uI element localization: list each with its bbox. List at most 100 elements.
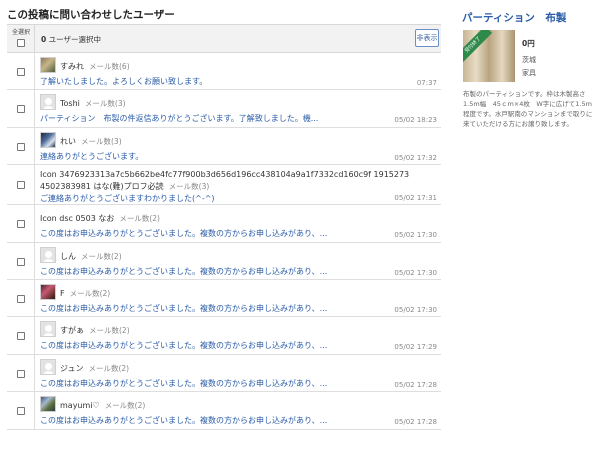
user-name[interactable]: すみれ (60, 62, 84, 71)
message-time: 05/02 18:23 (394, 116, 437, 125)
user-row[interactable]: すみれ メール数(6) 了解いたしました。よろしくお願い致します。 07:37 (7, 53, 441, 91)
row-checkbox-column (7, 53, 35, 90)
user-name[interactable]: Toshi (60, 99, 80, 108)
row-checkbox-column (7, 317, 35, 354)
row-content: Icon 3476923313a7c5b662be4fc77f900b3d656… (40, 165, 441, 204)
row-checkbox-column (7, 242, 35, 279)
user-row[interactable]: F メール数(2) この度はお申込みありがとうございました。複数の方からお申し込みが… (7, 279, 441, 318)
user-rows: すみれ メール数(6) 了解いたしました。よろしくお願い致します。 07:37 Tosh… (7, 53, 441, 430)
user-name-line: Toshi メール数(3) (60, 98, 126, 109)
inquiry-user-list: 全選択 0 ユーザー選択中 非表示 すみれ メール数(6) 了解いたしました。よろし… (7, 24, 441, 430)
select-all-column: 全選択 (7, 25, 35, 53)
user-row[interactable]: ジュン メール数(2) この度はお申込みありがとうございました。複数の方からお申し込… (7, 354, 441, 393)
user-name[interactable]: れい (60, 137, 76, 146)
user-row[interactable]: mayumi♡ メール数(2) この度はお申込みありがとうございました。複数の方から… (7, 392, 441, 430)
user-name-line: しん メール数(2) (60, 251, 122, 262)
avatar[interactable] (40, 131, 56, 148)
row-content: ジュン メール数(2) この度はお申込みありがとうございました。複数の方からお申し込… (40, 355, 441, 391)
row-checkbox[interactable] (17, 142, 25, 151)
avatar[interactable] (40, 358, 56, 375)
row-checkbox[interactable] (17, 369, 25, 378)
user-name-line: Icon 3476923313a7c5b662be4fc77f900b3d656… (40, 169, 440, 193)
user-name[interactable]: Icon dsc 0503 なお (40, 214, 114, 223)
user-name-line: ジュン メール数(2) (60, 363, 129, 374)
user-row[interactable]: れい メール数(3) 連絡ありがとうございます。 05/02 17:32 (7, 127, 441, 166)
last-message-link[interactable]: この度はお申込みありがとうございました。複数の方からお申し込みがあり、... (40, 415, 327, 426)
row-checkbox[interactable] (17, 294, 25, 303)
user-name-line: F メール数(2) (60, 288, 110, 299)
user-row[interactable]: Toshi メール数(3) パーティション 布製の件返信ありがとうございます。了解致… (7, 90, 441, 128)
user-name[interactable]: すがぁ (60, 326, 84, 335)
message-time: 05/02 17:28 (394, 418, 437, 427)
user-name-line: すがぁ メール数(2) (60, 325, 130, 336)
user-name[interactable]: F (60, 289, 65, 298)
selected-count-suffix: ユーザー選択中 (46, 35, 101, 44)
item-prefecture: 茨城 (522, 56, 536, 64)
item-thumbnail[interactable]: 受付終了 (463, 30, 515, 82)
row-checkbox[interactable] (17, 68, 25, 76)
last-message-link[interactable]: 了解いたしました。よろしくお願い致します。 (40, 76, 207, 87)
avatar[interactable] (40, 94, 56, 111)
last-message-link[interactable]: この度はお申込みありがとうございました。複数の方からお申し込みがあり、... (40, 378, 327, 389)
user-row[interactable]: Icon dsc 0503 なお メール数(2) この度はお申込みありがとうございま… (7, 205, 441, 243)
mail-count: メール数(3) (81, 136, 122, 146)
avatar[interactable] (40, 283, 56, 300)
message-time: 05/02 17:30 (394, 268, 437, 277)
select-all-label: 全選択 (11, 29, 30, 36)
avatar[interactable] (40, 246, 56, 263)
item-title[interactable]: パーティション 布製 (462, 10, 594, 25)
row-checkbox-column (7, 127, 35, 165)
row-checkbox-column (7, 90, 35, 127)
closed-badge: 受付終了 (463, 30, 493, 65)
message-time: 05/02 17:30 (394, 305, 437, 314)
avatar[interactable] (40, 396, 56, 413)
row-checkbox[interactable] (17, 105, 25, 114)
select-all-checkbox[interactable] (17, 39, 25, 47)
message-time: 05/02 17:31 (394, 194, 437, 203)
row-checkbox[interactable] (17, 407, 25, 416)
message-time: 05/02 17:29 (394, 343, 437, 352)
row-content: れい メール数(3) 連絡ありがとうございます。 05/02 17:32 (40, 128, 441, 164)
user-row[interactable]: しん メール数(2) この度はお申込みありがとうございました。複数の方からお申し込み… (7, 242, 441, 280)
mail-count: メール数(2) (104, 401, 146, 411)
row-content: mayumi♡ メール数(2) この度はお申込みありがとうございました。複数の方から… (40, 392, 441, 428)
selected-count-text: 0 ユーザー選択中 (41, 34, 101, 45)
user-name-line: れい メール数(3) (60, 136, 122, 147)
list-header: 全選択 0 ユーザー選択中 非表示 (7, 25, 441, 53)
user-name[interactable]: mayumi♡ (60, 401, 100, 410)
page-title: この投稿に問い合わせしたユーザー (7, 9, 175, 21)
user-name-line: すみれ メール数(6) (60, 61, 130, 72)
mail-count: メール数(3) (168, 182, 210, 192)
user-name[interactable]: Icon 3476923313a7c5b662be4fc77f900b3d656… (40, 170, 409, 191)
last-message-link[interactable]: 連絡ありがとうございます。 (40, 151, 143, 162)
row-content: F メール数(2) この度はお申込みありがとうございました。複数の方からお申し込みが… (40, 280, 441, 316)
row-checkbox-column (7, 279, 35, 317)
user-row[interactable]: Icon 3476923313a7c5b662be4fc77f900b3d656… (7, 165, 441, 206)
mail-count: メール数(2) (69, 288, 111, 298)
mail-count: メール数(2) (81, 251, 122, 261)
row-checkbox-column (7, 165, 35, 205)
last-message-link[interactable]: この度はお申込みありがとうございました。複数の方からお申し込みがあり、... (40, 303, 327, 314)
row-content: しん メール数(2) この度はお申込みありがとうございました。複数の方からお申し込み… (40, 243, 441, 279)
row-content: Toshi メール数(3) パーティション 布製の件返信ありがとうございます。了解致… (40, 90, 441, 126)
user-row[interactable]: すがぁ メール数(2) この度はお申込みありがとうございました。複数の方からお申し込… (7, 317, 441, 355)
user-name-line: Icon dsc 0503 なお メール数(2) (40, 213, 160, 224)
user-name[interactable]: しん (60, 252, 76, 261)
user-name[interactable]: ジュン (60, 364, 83, 373)
row-checkbox[interactable] (17, 257, 25, 266)
last-message-link[interactable]: ご連絡ありがとうございますわかりました(^-^) (40, 193, 215, 204)
last-message-link[interactable]: パーティション 布製の件返信ありがとうございます。了解致しました。機... (40, 113, 318, 124)
row-checkbox[interactable] (17, 181, 25, 190)
row-checkbox[interactable] (17, 332, 25, 341)
last-message-link[interactable]: この度はお申込みありがとうございました。複数の方からお申し込みがあり、... (40, 266, 327, 277)
hide-button[interactable]: 非表示 (415, 29, 439, 47)
message-time: 05/02 17:32 (394, 153, 437, 162)
avatar[interactable] (40, 57, 56, 73)
row-checkbox[interactable] (17, 220, 25, 229)
avatar[interactable] (40, 321, 56, 338)
message-time: 07:37 (416, 79, 437, 87)
mail-count: メール数(2) (89, 326, 130, 336)
last-message-link[interactable]: この度はお申込みありがとうございました。複数の方からお申し込みがあり、... (40, 340, 327, 351)
mail-count: メール数(2) (88, 363, 130, 373)
last-message-link[interactable]: この度はお申込みありがとうございました。複数の方からお申し込みがあり、... (40, 228, 327, 239)
